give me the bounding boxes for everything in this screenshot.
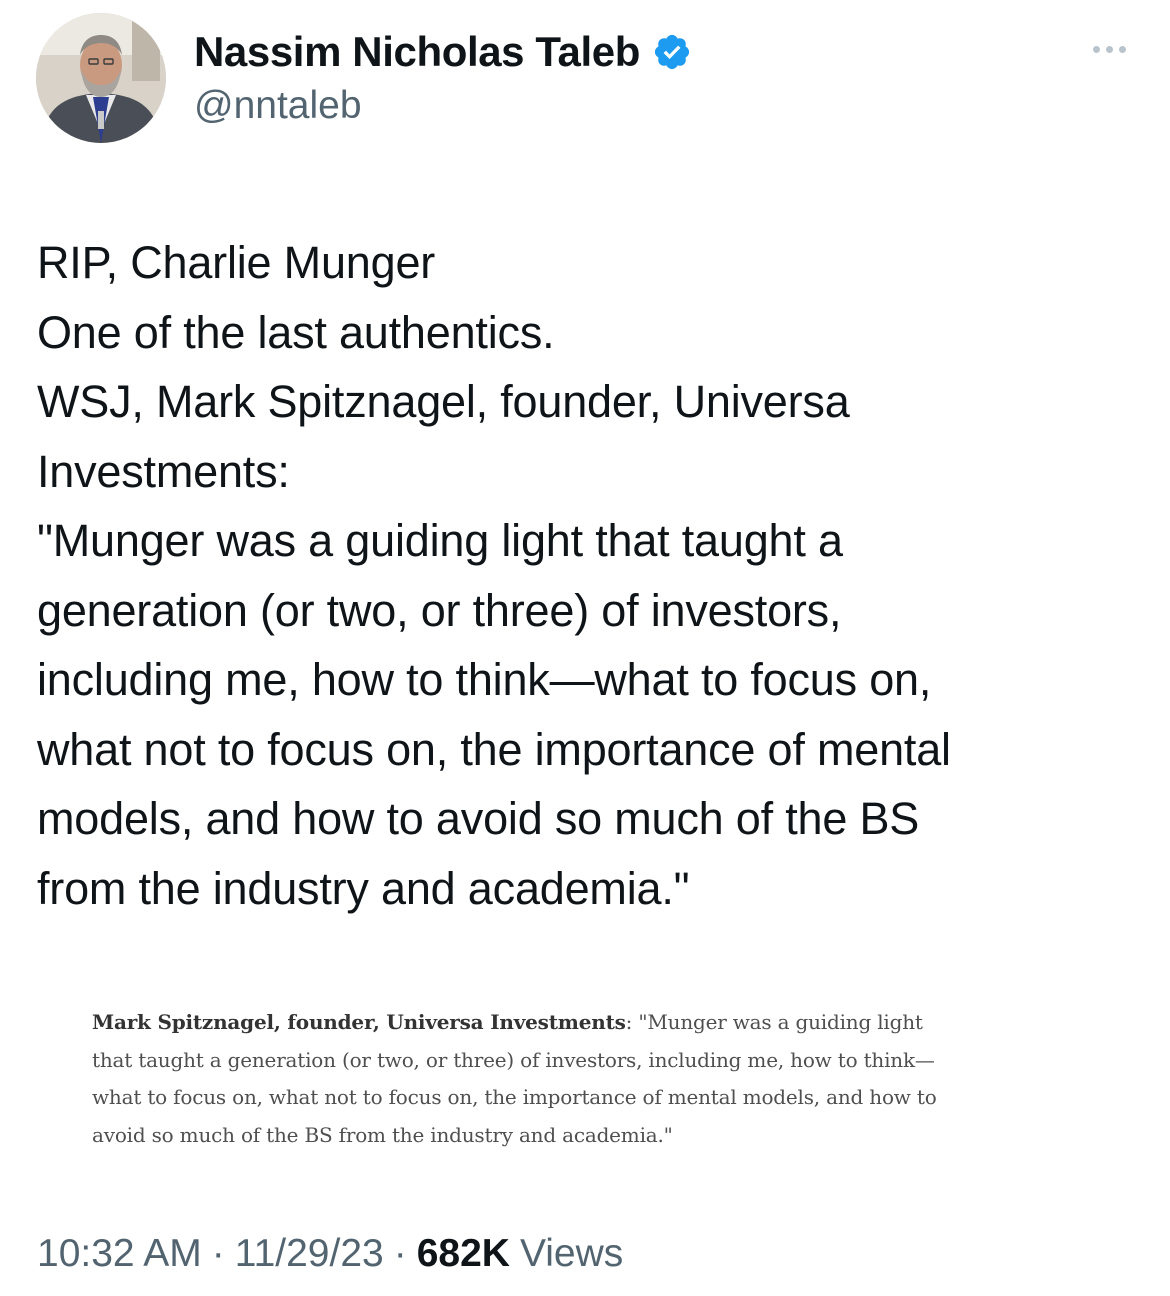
meta-separator: · <box>393 1232 407 1275</box>
author-display-name[interactable]: Nassim Nicholas Taleb <box>194 28 640 76</box>
tweet-text-line: Investments: <box>37 445 290 497</box>
avatar[interactable] <box>36 13 166 143</box>
tweet-text-line: "Munger was a guiding light that taught … <box>37 515 843 566</box>
author-name-row[interactable]: Nassim Nicholas Taleb <box>194 26 692 78</box>
attached-image-quote: Mark Spitznagel, founder, Universa Inves… <box>92 1004 1072 1154</box>
attached-image-line: avoid so much of the BS from the industr… <box>92 1122 673 1147</box>
tweet-text-line: what not to focus on, the importance of … <box>37 723 951 775</box>
tweet-text-line: WSJ, Mark Spitznagel, founder, Universa <box>37 376 850 427</box>
tweet-meta: 10:32 AM · 11/29/23 · 682K Views <box>37 1232 623 1276</box>
attached-image-line: Mark Spitznagel, founder, Universa Inves… <box>92 1004 1072 1042</box>
tweet-date[interactable]: 11/29/23 <box>235 1232 384 1276</box>
tweet-time[interactable]: 10:32 AM <box>37 1232 202 1276</box>
tweet: Nassim Nicholas Taleb @nntaleb RIP, Char… <box>0 0 1170 1296</box>
attached-image[interactable]: Mark Spitznagel, founder, Universa Inves… <box>70 988 1080 1168</box>
tweet-text-line: including me, how to think—what to focus… <box>37 654 932 705</box>
tweet-text-line: RIP, Charlie Munger <box>37 237 436 288</box>
more-horizontal-icon <box>1118 45 1126 53</box>
tweet-text-line: generation (or two, or three) of investo… <box>37 584 842 636</box>
more-options-button[interactable] <box>1084 34 1134 64</box>
more-horizontal-icon <box>1105 45 1113 53</box>
tweet-text-line: models, and how to avoid so much of the … <box>37 793 920 844</box>
tweet-text: RIP, Charlie Munger One of the last auth… <box>37 228 1127 923</box>
tweet-text-line: from the industry and academia." <box>37 862 690 914</box>
attached-image-speaker: Mark Spitznagel, founder, Universa Inves… <box>92 1010 626 1034</box>
views-count[interactable]: 682K <box>417 1232 510 1276</box>
views-label[interactable]: Views <box>520 1232 623 1276</box>
profile-photo-icon <box>36 13 166 143</box>
tweet-text-line: One of the last authentics. <box>37 306 555 358</box>
attached-image-line: what to focus on, what not to focus on, … <box>92 1085 937 1109</box>
more-horizontal-icon <box>1092 45 1100 53</box>
author-handle[interactable]: @nntaleb <box>194 84 362 128</box>
verified-badge-icon[interactable] <box>652 32 692 72</box>
attached-image-line: that taught a generation (or two, or thr… <box>92 1047 935 1072</box>
attached-image-line-text: : "Munger was a guiding light <box>625 1010 923 1034</box>
meta-separator: · <box>211 1232 225 1275</box>
